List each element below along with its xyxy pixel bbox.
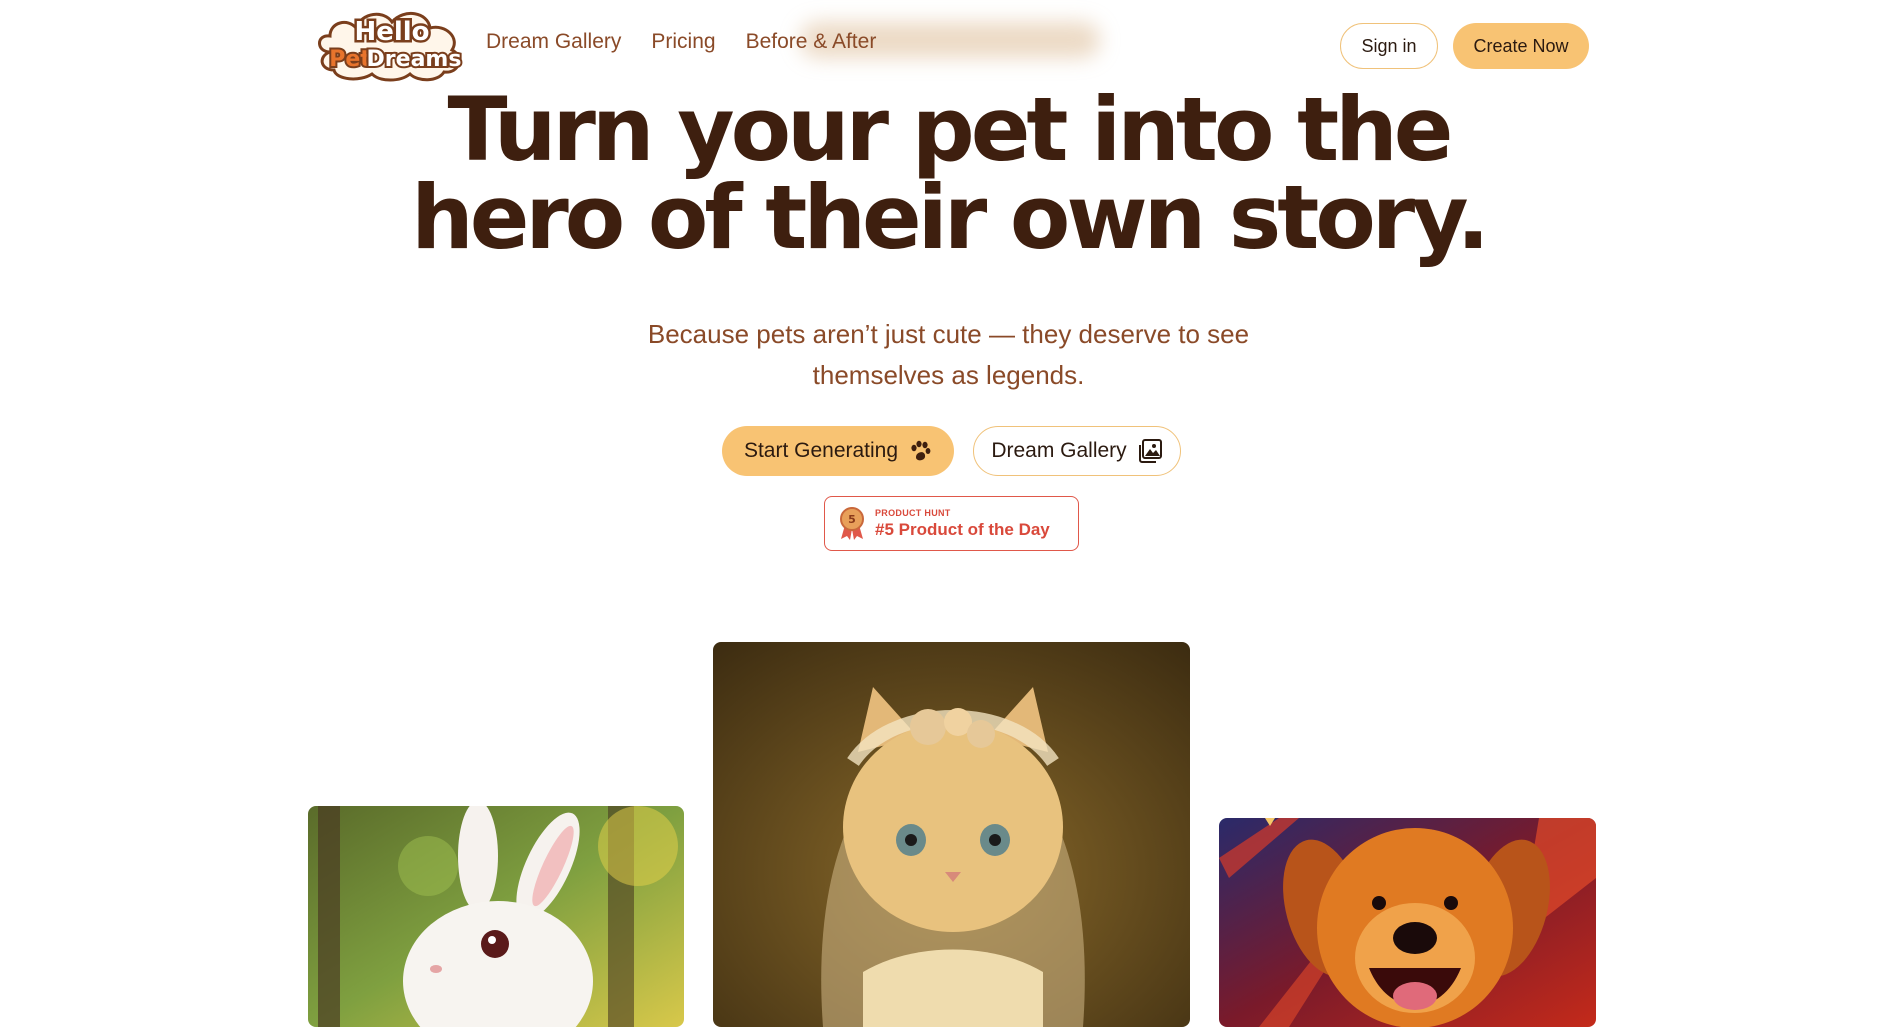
dog-image [1219, 818, 1596, 1027]
paw-icon [911, 440, 931, 461]
gallery-icon [1138, 439, 1162, 463]
hero-title-line-2: hero of their own story. [411, 166, 1490, 269]
nav-before-after[interactable]: Before & After [746, 30, 877, 54]
logo-cloud-icon: Hello Pet Dreams [318, 12, 463, 82]
dream-gallery-button[interactable]: Dream Gallery [973, 426, 1181, 476]
svg-text:5: 5 [848, 513, 856, 526]
start-generating-label: Start Generating [743, 439, 899, 462]
landing-page: Hello Pet Dreams Dream Gallery Pricing B… [0, 0, 1897, 1027]
gallery-card-dog[interactable] [1219, 818, 1596, 1027]
gallery-card-rabbit[interactable] [308, 806, 684, 1027]
cat-image [713, 642, 1190, 1027]
nav-pricing[interactable]: Pricing [651, 30, 715, 54]
product-hunt-title: #5 Product of the Day [875, 519, 1050, 539]
nav-dream-gallery[interactable]: Dream Gallery [486, 30, 621, 54]
hero-title: Turn your pet into the hero of their own… [0, 86, 1897, 262]
product-hunt-badge[interactable]: 5 PRODUCT HUNT #5 Product of the Day [824, 496, 1079, 551]
product-hunt-text: PRODUCT HUNT #5 Product of the Day [875, 508, 1050, 540]
hero-subtitle-line-2: themselves as legends. [812, 360, 1085, 390]
main-nav: Dream Gallery Pricing Before & After [486, 30, 876, 54]
start-generating-button[interactable]: Start Generating [722, 426, 954, 476]
svg-text:Pet: Pet [329, 47, 371, 72]
logo[interactable]: Hello Pet Dreams [314, 8, 466, 82]
svg-text:Dreams: Dreams [367, 47, 462, 72]
hero-title-line-1: Turn your pet into the [447, 78, 1454, 181]
product-hunt-kicker: PRODUCT HUNT [875, 507, 951, 518]
svg-text:Hello: Hello [354, 17, 429, 47]
gallery-card-cat[interactable] [713, 642, 1190, 1027]
medal-icon: 5 [840, 506, 864, 540]
rabbit-image [308, 806, 684, 1027]
dream-gallery-label: Dream Gallery [991, 439, 1127, 462]
hero-subtitle-line-1: Because pets aren’t just cute — they des… [647, 319, 1250, 349]
hero-subtitle: Because pets aren’t just cute — they des… [0, 314, 1897, 396]
sign-in-button[interactable]: Sign in [1340, 23, 1438, 69]
create-now-button[interactable]: Create Now [1453, 23, 1589, 69]
